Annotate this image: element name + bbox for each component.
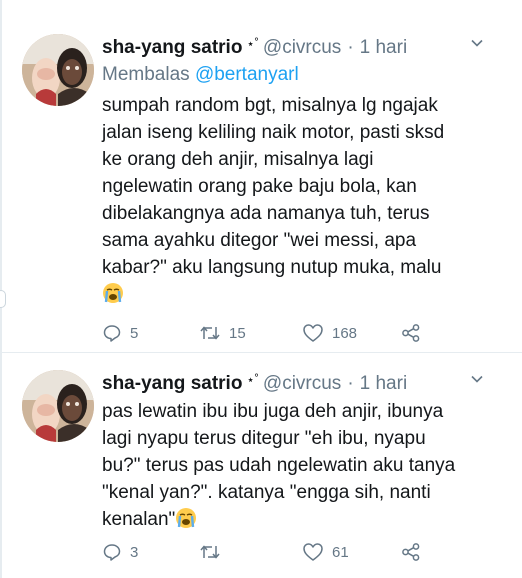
avatar[interactable] (22, 34, 94, 106)
retweet-count: 15 (229, 324, 246, 342)
tweet-text-line: sumpah random bgt, misalnya lg ngajak (102, 95, 438, 116)
name-badge: ⋆˚ (246, 36, 259, 51)
retweet-icon (200, 326, 220, 340)
share-button[interactable] (400, 321, 422, 345)
separator-dot: · (347, 373, 354, 394)
tweet-content: sha-yang satrio ⋆˚ @civrcus · 1 hari Mem… (102, 36, 502, 308)
retweet-icon (200, 545, 220, 559)
tweet-text-line-last: kenalan" (102, 506, 502, 533)
name-badge: ⋆˚ (246, 372, 259, 387)
tweet[interactable]: sha-yang satrio ⋆˚ @civrcus · 1 hari Mem… (0, 0, 522, 352)
replying-prefix: Membalas (102, 64, 190, 85)
share-button[interactable] (400, 540, 422, 564)
tweet-text-line: bu?" terus pas udah ngelewatin aku tanya (102, 455, 456, 476)
timestamp[interactable]: 1 hari (360, 372, 408, 396)
tweet-text: sumpah random bgt, misalnya lg ngajak ja… (102, 92, 502, 308)
loudly-crying-face-emoji (176, 508, 197, 528)
tweet-content: sha-yang satrio ⋆˚ @civrcus · 1 hari pas… (102, 372, 502, 533)
like-button[interactable]: 168 (302, 321, 357, 345)
tweet-text-line: dibelakangnya ada namanya tuh, terus (102, 203, 430, 224)
timestamp[interactable]: 1 hari (360, 36, 408, 60)
tweet-header: sha-yang satrio ⋆˚ @civrcus · 1 hari (102, 36, 502, 60)
like-count: 61 (332, 543, 349, 561)
display-name[interactable]: sha-yang satrio (102, 36, 242, 60)
retweet-button[interactable]: 15 (199, 321, 246, 345)
tweet-text-line: ke orang deh anjir, misalnya lagi (102, 149, 374, 170)
display-name[interactable]: sha-yang satrio (102, 372, 242, 396)
tweet-text: pas lewatin ibu ibu juga deh anjir, ibun… (102, 398, 502, 533)
tweet-header: sha-yang satrio ⋆˚ @civrcus · 1 hari (102, 372, 502, 396)
reply-count: 5 (130, 324, 139, 342)
username[interactable]: @civrcus (263, 372, 341, 396)
mention-link[interactable]: @bertanyarl (195, 64, 299, 85)
retweet-button[interactable] (199, 540, 229, 564)
reply-icon (103, 325, 121, 342)
share-icon (402, 324, 420, 342)
reply-count: 3 (130, 543, 139, 561)
tweet-text-line: "kenal yan?". katanya "engga sih, nanti (102, 482, 431, 503)
tweet-text-line: pas lewatin ibu ibu juga deh anjir, ibun… (102, 401, 444, 422)
share-icon (402, 543, 420, 561)
like-icon (303, 543, 323, 561)
chevron-down-icon[interactable] (470, 372, 484, 386)
separator-dot: · (347, 37, 354, 58)
reply-button[interactable]: 3 (102, 540, 138, 564)
username[interactable]: @civrcus (263, 36, 341, 60)
replying-to: Membalas @bertanyarl (102, 62, 502, 88)
like-count: 168 (332, 324, 358, 342)
tweet-text-line: ngelewatin orang pake baju bola, kan (102, 176, 417, 197)
like-button[interactable]: 61 (302, 540, 349, 564)
emoji-line (102, 281, 502, 308)
avatar[interactable] (22, 370, 94, 442)
tweet-text-line: kabar?" aku langsung nutup muka, malu (102, 257, 442, 278)
tweet[interactable]: sha-yang satrio ⋆˚ @civrcus · 1 hari pas… (0, 352, 522, 578)
loudly-crying-face-emoji (103, 283, 123, 303)
reply-button[interactable]: 5 (102, 321, 138, 345)
tweet-text-line: jalan iseng keliling naik motor, pasti s… (102, 122, 445, 143)
chevron-down-icon[interactable] (470, 36, 484, 50)
tweet-text-line: lagi nyapu terus ditegur "eh ibu, nyapu (102, 428, 426, 449)
reply-icon (103, 544, 121, 561)
like-icon (303, 324, 323, 342)
tweet-text-fragment: kenalan" (102, 509, 176, 530)
tweet-text-line: sama ayahku ditegor "wei messi, apa (102, 230, 417, 251)
